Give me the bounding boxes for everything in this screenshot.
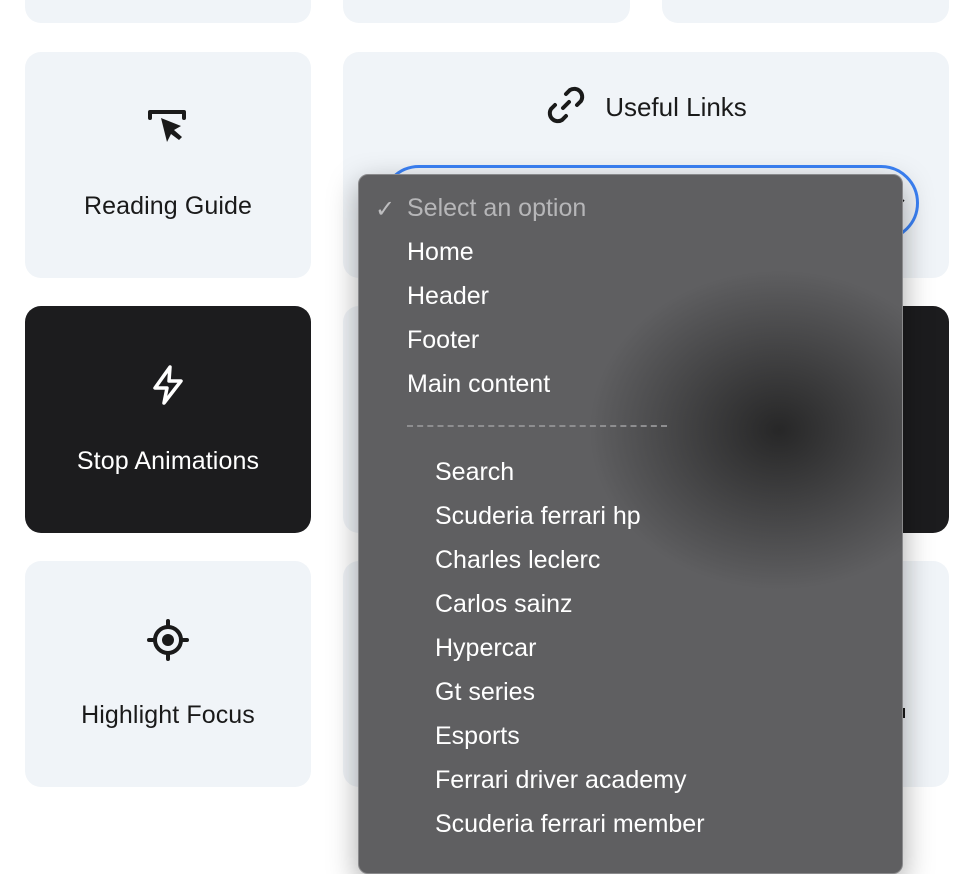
pointer-cursor-icon xyxy=(25,108,311,148)
highlight-focus-tile[interactable]: Highlight Focus xyxy=(25,561,311,787)
useful-links-dropdown[interactable]: ✓ Select an option Home Header Footer Ma… xyxy=(358,174,903,874)
dropdown-sub-option[interactable]: Search xyxy=(435,457,514,487)
checkmark-icon: ✓ xyxy=(375,196,396,223)
stop-animations-tile[interactable]: Stop Animations xyxy=(25,306,311,533)
dropdown-sub-option[interactable]: Scuderia ferrari member xyxy=(435,809,705,839)
highlight-focus-label: Highlight Focus xyxy=(81,701,255,729)
tile-top-middle[interactable] xyxy=(343,0,630,23)
dropdown-option[interactable]: Header xyxy=(407,281,489,311)
stop-animations-label: Stop Animations xyxy=(76,447,260,475)
dropdown-option[interactable]: Footer xyxy=(407,325,479,355)
useful-links-title: Useful Links xyxy=(605,92,747,122)
dropdown-sub-option[interactable]: Gt series xyxy=(435,677,535,707)
lightning-bolt-icon xyxy=(25,364,311,406)
tile-top-left[interactable] xyxy=(25,0,311,23)
dropdown-separator xyxy=(407,425,667,427)
dropdown-sub-option[interactable]: Hypercar xyxy=(435,633,536,663)
dropdown-sub-option[interactable]: Carlos sainz xyxy=(435,589,573,619)
tile-top-right[interactable] xyxy=(662,0,949,23)
reading-guide-tile[interactable]: Reading Guide xyxy=(25,52,311,278)
dropdown-sub-option[interactable]: Ferrari driver academy xyxy=(435,765,686,795)
reading-guide-label: Reading Guide xyxy=(83,192,253,220)
dropdown-option[interactable]: Main content xyxy=(407,369,550,399)
dropdown-option[interactable]: Home xyxy=(407,237,474,267)
link-icon xyxy=(545,84,587,131)
dropdown-sub-option[interactable]: Scuderia ferrari hp xyxy=(435,501,641,531)
dropdown-option-placeholder[interactable]: Select an option xyxy=(407,193,586,223)
crosshair-target-icon xyxy=(25,619,311,661)
dropdown-sub-option[interactable]: Esports xyxy=(435,721,520,751)
dropdown-sub-option[interactable]: Charles leclerc xyxy=(435,545,600,575)
tile-bottom-right-mark xyxy=(903,708,905,718)
